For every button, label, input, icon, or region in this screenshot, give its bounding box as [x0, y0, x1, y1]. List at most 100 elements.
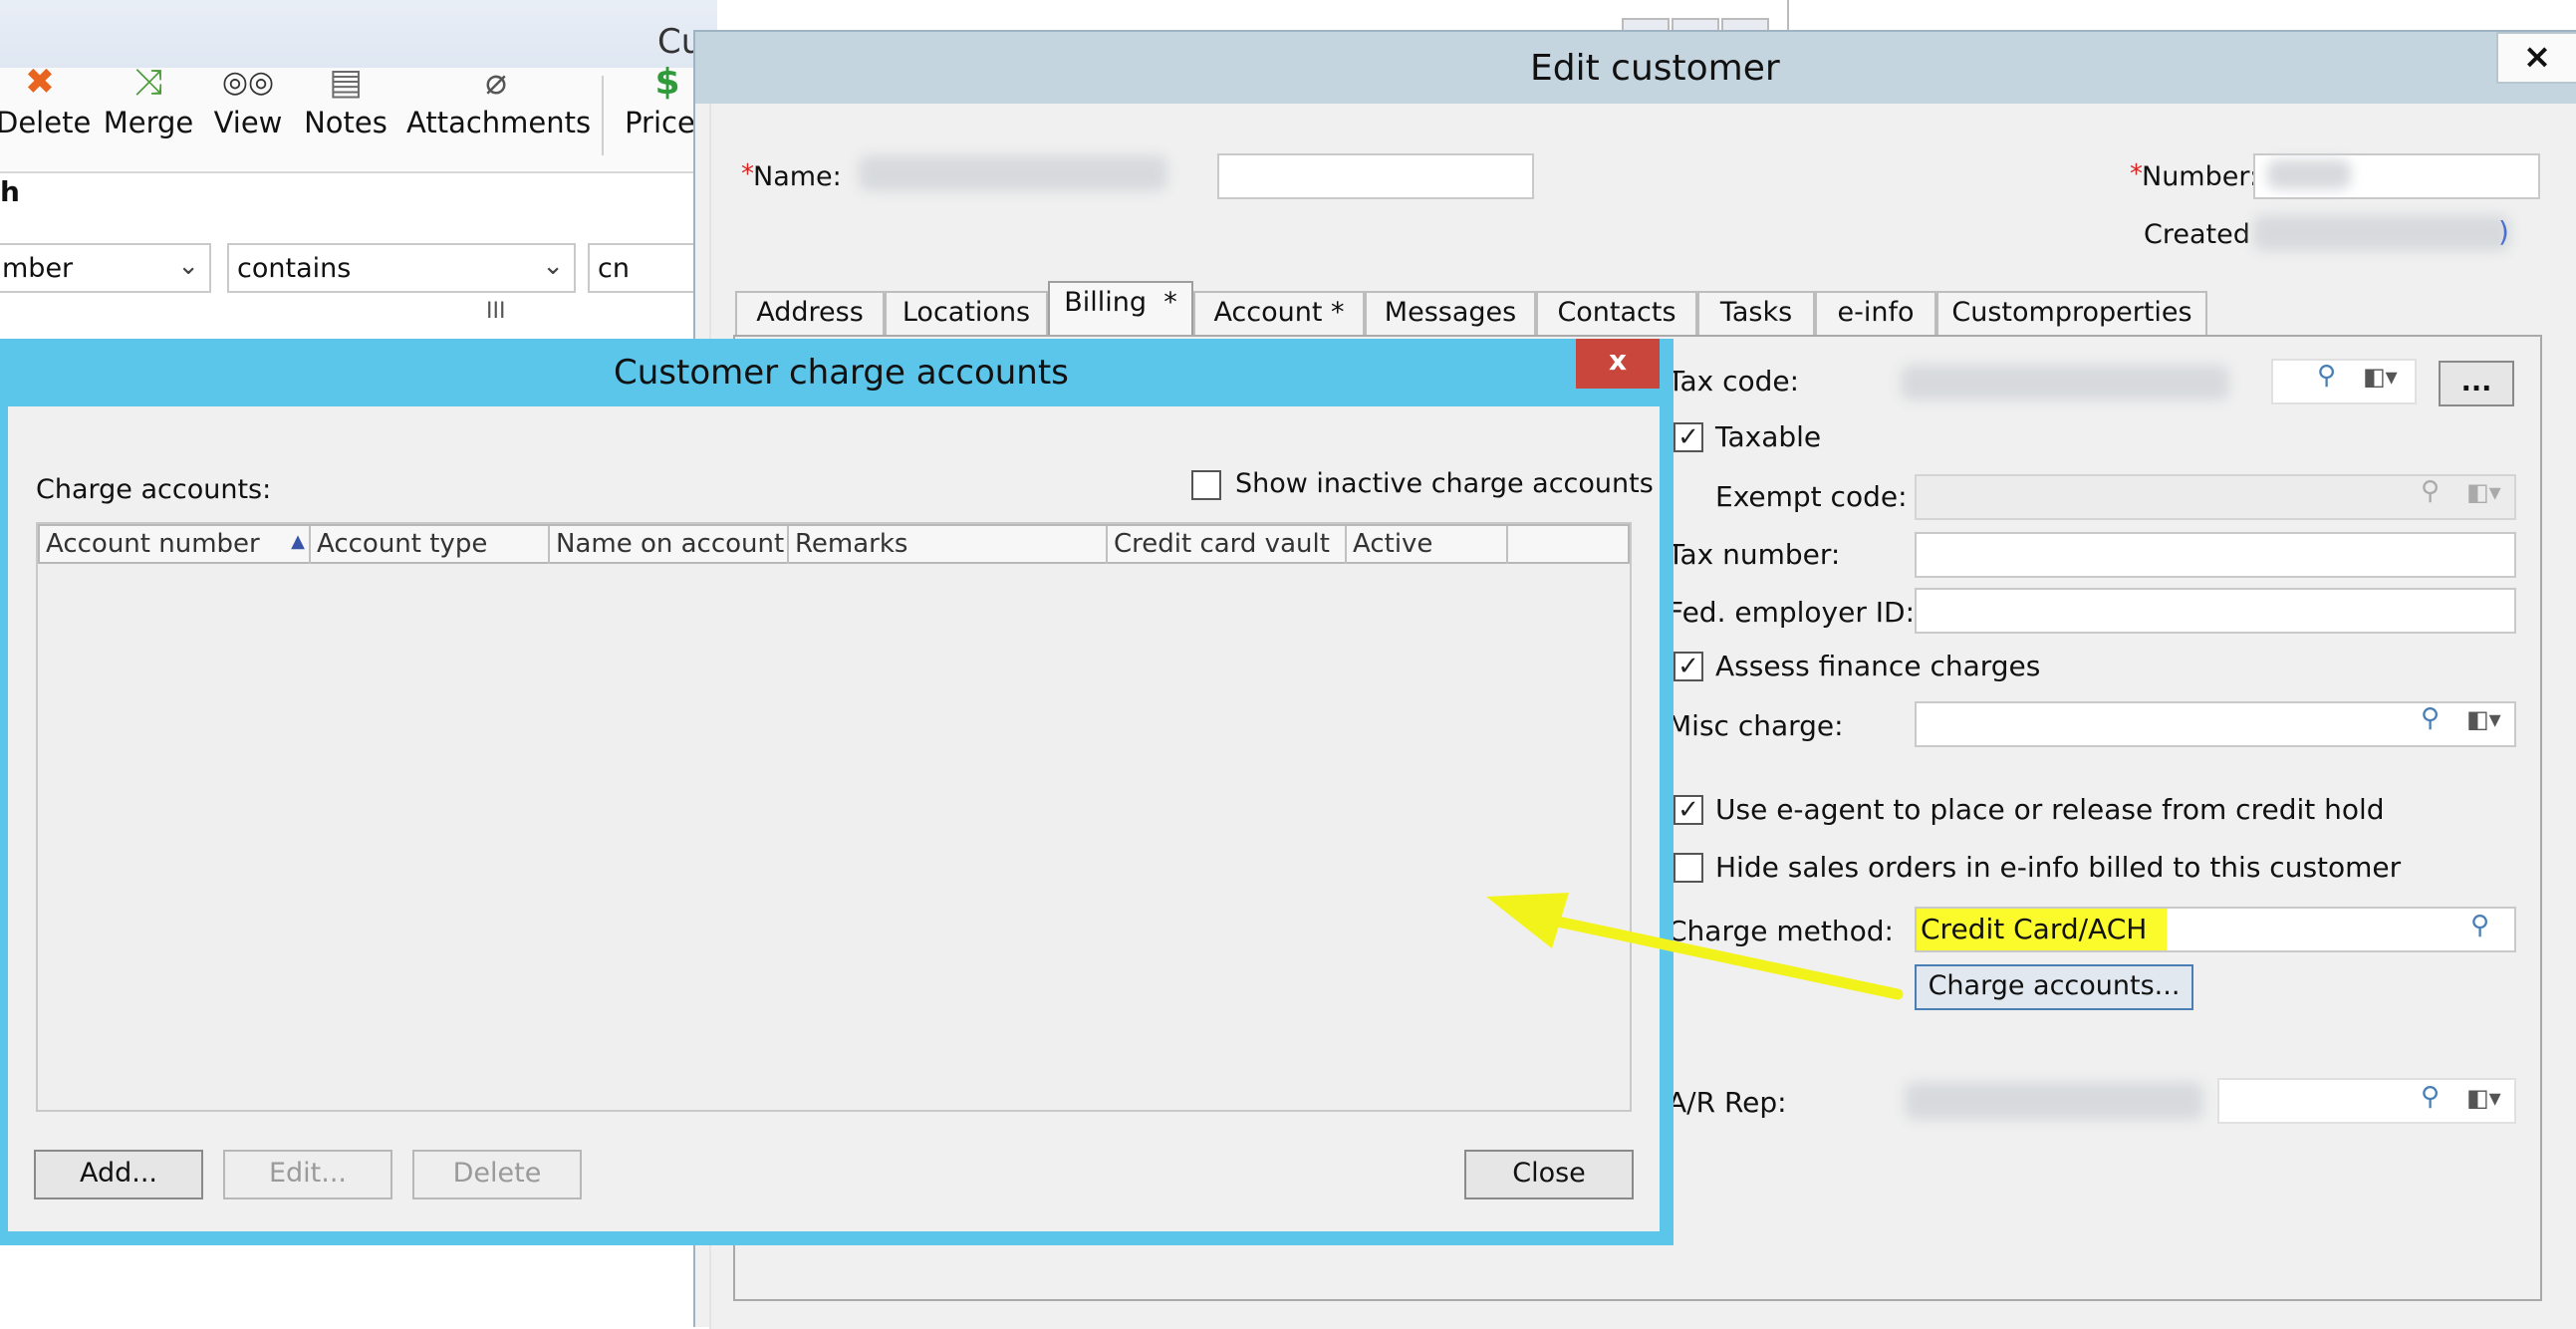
tab-e-info-label: e-info	[1837, 297, 1915, 328]
binoculars-icon: ◎◎	[221, 65, 275, 100]
filter-operator-select[interactable]: contains ⌄	[227, 243, 576, 293]
tax-number-label: Tax number:	[1668, 538, 1841, 571]
column-account-type-label: Account type	[317, 529, 488, 559]
name-blurred-value	[859, 155, 1167, 191]
taxable-label: Taxable	[1715, 420, 1822, 453]
charge-accounts-button[interactable]: Charge accounts...	[1915, 964, 2193, 1010]
number-label: Number:	[2142, 161, 2259, 192]
tax-number-input[interactable]	[1915, 532, 2516, 578]
edit-button[interactable]: Edit...	[223, 1150, 392, 1199]
use-eagent-label: Use e-agent to place or release from cre…	[1715, 793, 2385, 826]
tab-tasks[interactable]: Tasks	[1697, 291, 1815, 335]
filter-field-select[interactable]: mber ⌄	[0, 243, 211, 293]
fed-employer-id-input[interactable]	[1915, 588, 2516, 634]
delete-button-label: Delete	[452, 1158, 542, 1189]
use-eagent-checkbox[interactable]: ✓	[1674, 795, 1703, 825]
charge-accounts-dialog: Customer charge accounts x Charge accoun…	[0, 339, 1674, 1245]
delete-icon: ✖	[24, 62, 56, 103]
created-paren: )	[2498, 215, 2509, 248]
add-button[interactable]: Add...	[34, 1150, 203, 1199]
tax-code-label: Tax code:	[1668, 365, 1800, 398]
column-name-on-account-label: Name on account	[556, 529, 785, 559]
assess-finance-label: Assess finance charges	[1715, 650, 2041, 682]
check-icon: ✓	[1677, 422, 1699, 452]
edit-button-label: Edit...	[268, 1158, 348, 1189]
tab-contacts[interactable]: Contacts	[1536, 291, 1697, 335]
name-input[interactable]	[1217, 153, 1534, 199]
tab-account[interactable]: Account *	[1193, 291, 1365, 335]
assess-finance-checkbox[interactable]: ✓	[1674, 652, 1703, 681]
back-window-controls-visible	[1622, 18, 1771, 32]
search-icon[interactable]: ⚲	[2421, 1082, 2440, 1112]
toolbar-notes-label: Notes	[304, 106, 387, 139]
toolbar-delete-label: Delete	[0, 106, 92, 139]
search-icon: ⚲	[2421, 476, 2441, 506]
column-account-number-label: Account number	[46, 529, 260, 559]
table-header: Account number ▲ Account type Name on acc…	[38, 524, 1630, 564]
tab-messages[interactable]: Messages	[1365, 291, 1536, 335]
tab-address[interactable]: Address	[735, 291, 885, 335]
column-credit-card-vault[interactable]: Credit card vault	[1108, 526, 1347, 564]
column-remarks-label: Remarks	[795, 529, 908, 559]
search-icon[interactable]: ⚲	[2317, 361, 2336, 391]
toolbar-delete-button[interactable]: ✖ Delete	[0, 60, 91, 139]
charge-accounts-label: Charge accounts:	[36, 474, 272, 505]
tab-billing-label: Billing *	[1064, 287, 1177, 318]
edit-customer-title: Edit customer	[1530, 48, 1780, 89]
name-label: Name:	[753, 161, 842, 192]
number-blurred-value	[2267, 159, 2351, 189]
ar-rep-blurred-value	[1905, 1082, 2203, 1120]
bookmark-dropdown-icon[interactable]: ◧▾	[2363, 363, 2398, 391]
search-icon[interactable]: ⚲	[2470, 911, 2489, 940]
search-icon[interactable]: ⚲	[2421, 703, 2440, 733]
toolbar-notes-button[interactable]: ▤ Notes	[301, 60, 390, 139]
created-label: Created	[2144, 219, 2250, 250]
exempt-code-label: Exempt code:	[1715, 480, 1908, 513]
charge-method-input[interactable]: Credit Card/ACH	[1915, 907, 2516, 952]
tab-address-label: Address	[756, 297, 864, 328]
edit-customer-close-button[interactable]: ×	[2496, 32, 2576, 84]
delete-button[interactable]: Delete	[412, 1150, 582, 1199]
search-heading: h	[0, 175, 20, 208]
close-button[interactable]: Close	[1464, 1150, 1634, 1199]
show-inactive-checkbox[interactable]	[1191, 470, 1221, 500]
toolbar-merge-button[interactable]: ⤨ Merge	[102, 60, 195, 139]
bookmark-dropdown-icon[interactable]: ◧▾	[2466, 1084, 2501, 1112]
close-icon: x	[1608, 344, 1628, 377]
notes-icon: ▤	[328, 62, 363, 103]
charge-dialog-close-button[interactable]: x	[1576, 339, 1660, 389]
customers-titlebar	[0, 0, 717, 68]
toolbar-attachments-button[interactable]: ⌀ Attachments	[406, 60, 591, 139]
fed-employer-id-label: Fed. employer ID:	[1668, 596, 1916, 629]
close-icon: ×	[2522, 37, 2552, 77]
tab-locations[interactable]: Locations	[885, 291, 1048, 335]
back-window-right-edge	[1787, 0, 1789, 32]
tax-code-ellipsis-button[interactable]: ...	[2439, 361, 2514, 406]
column-filler	[1508, 526, 1632, 564]
toolbar-separator	[602, 76, 604, 155]
toolbar-view-button[interactable]: ◎◎ View	[209, 60, 287, 139]
chevron-down-icon: ⌄	[177, 251, 199, 281]
tab-billing[interactable]: Billing *	[1048, 281, 1193, 337]
created-blurred-value	[2253, 215, 2510, 251]
bookmark-dropdown-icon[interactable]: ◧▾	[2466, 705, 2501, 733]
column-account-type[interactable]: Account type	[311, 526, 550, 564]
close-button-label: Close	[1512, 1158, 1586, 1189]
annotation-arrow	[1486, 893, 1904, 1000]
column-remarks[interactable]: Remarks	[789, 526, 1108, 564]
splitter-handle[interactable]: III	[486, 299, 505, 324]
column-name-on-account[interactable]: Name on account	[550, 526, 789, 564]
check-icon: ✓	[1677, 652, 1699, 681]
tab-e-info[interactable]: e-info	[1815, 291, 1936, 335]
charge-accounts-table: Account number ▲ Account type Name on acc…	[36, 522, 1632, 1112]
column-active[interactable]: Active	[1347, 526, 1508, 564]
annotation-arrow-head	[1486, 893, 1569, 948]
charge-dialog-title: Customer charge accounts	[614, 353, 1069, 393]
taxable-checkbox[interactable]: ✓	[1674, 422, 1703, 452]
tab-account-label: Account *	[1213, 297, 1345, 328]
filter-value-text: cn	[598, 253, 630, 284]
charge-dialog-body: Charge accounts: Show inactive charge ac…	[8, 406, 1660, 1231]
column-credit-card-vault-label: Credit card vault	[1114, 529, 1330, 559]
tab-customproperties[interactable]: Customproperties	[1936, 291, 2207, 335]
column-account-number[interactable]: Account number ▲	[40, 526, 311, 564]
